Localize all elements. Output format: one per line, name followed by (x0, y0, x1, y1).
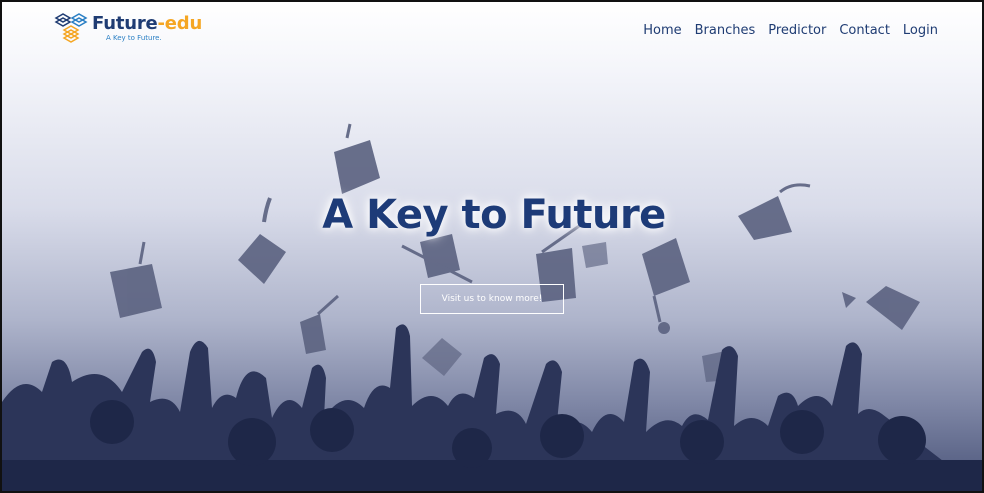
graduation-cap-icon (842, 286, 920, 330)
brand-tagline: A Key to Future. (106, 34, 162, 42)
hero-title: A Key to Future (322, 192, 666, 238)
brand-logo[interactable]: Future-edu A Key to Future. (54, 12, 202, 46)
graduation-cap-icon (110, 241, 162, 318)
graduation-cap-icon (642, 238, 690, 334)
page-frame: Future-edu A Key to Future. Home Branche… (0, 0, 984, 493)
graduation-cap-icon (422, 338, 462, 376)
graduation-cap-icon (401, 234, 473, 284)
brand-name-main: Future (92, 13, 158, 34)
nav-branches-link[interactable]: Branches (695, 23, 756, 38)
brand-name-accent: -edu (157, 13, 203, 34)
nav-login-link[interactable]: Login (903, 23, 938, 38)
nav-home-link[interactable]: Home (643, 23, 681, 38)
nav-predictor-link[interactable]: Predictor (768, 23, 826, 38)
graduation-cap-icon (334, 123, 380, 194)
main-nav: Home Branches Predictor Contact Login (643, 23, 938, 38)
brand-name: Future-edu (92, 14, 202, 34)
visit-us-button[interactable]: Visit us to know more! (420, 284, 564, 314)
stacked-books-icon (54, 13, 88, 43)
hero-background-image (2, 123, 982, 491)
graduation-cap-icon (582, 242, 608, 268)
brand-text: Future-edu A Key to Future. (92, 14, 202, 43)
graduation-cap-icon (300, 294, 340, 354)
nav-contact-link[interactable]: Contact (839, 23, 890, 38)
